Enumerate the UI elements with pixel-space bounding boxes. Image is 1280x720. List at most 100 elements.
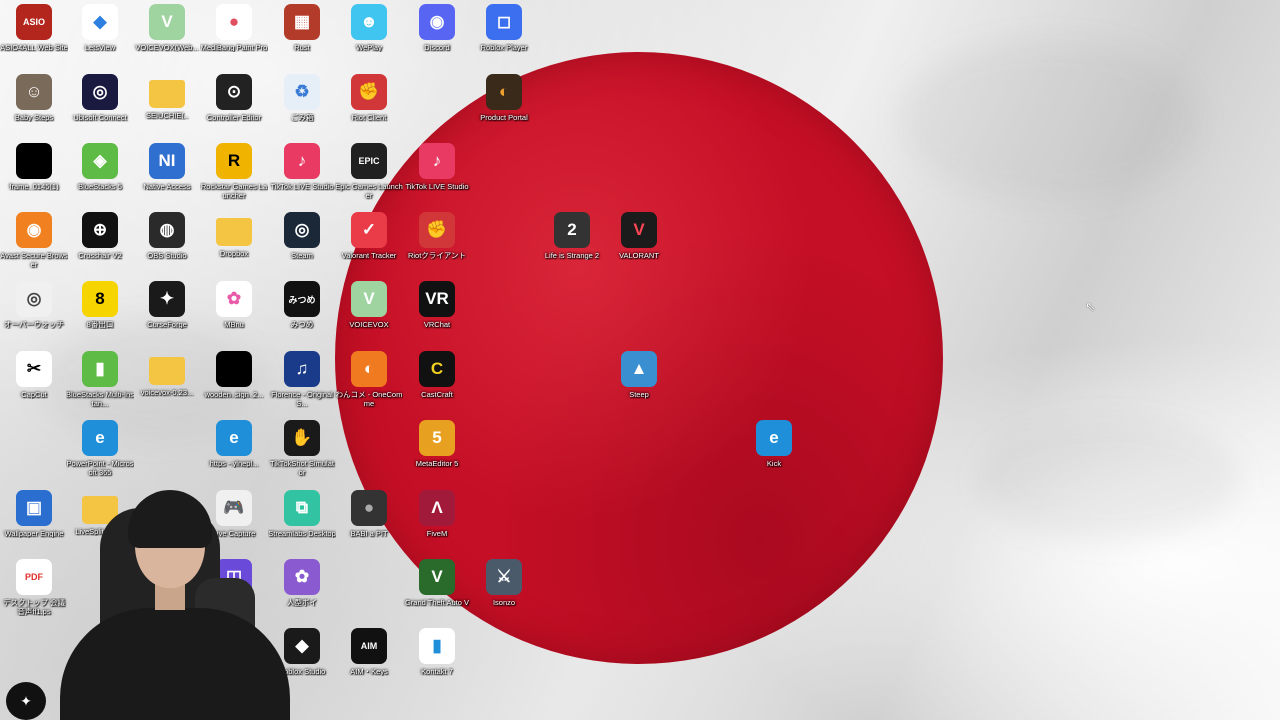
desktop-shortcut[interactable]: ▮ BlueStacks Multi-Instan... xyxy=(66,347,134,415)
shortcut-label: voicevox-0.23... xyxy=(140,388,194,397)
desktop-shortcut[interactable]: ▲ Steep xyxy=(605,347,673,415)
shortcut-label: Kick xyxy=(766,459,782,468)
desktop-shortcut[interactable]: ♫ Florence - Original S... xyxy=(268,347,336,415)
shortcut-label: PowerPoint - Microsoft 365 xyxy=(66,459,134,477)
desktop-shortcut[interactable]: ◎ オーバーウォッチ xyxy=(0,277,68,345)
app-icon: ◉ xyxy=(419,4,455,40)
desktop-shortcut[interactable]: ⊕ Crosshair V2 xyxy=(66,208,134,276)
desktop-shortcut[interactable]: EPIC Epic Games Launcher xyxy=(335,139,403,207)
desktop-shortcut[interactable]: 2 Life is Strange 2 xyxy=(538,208,606,276)
app-icon: AIM xyxy=(351,628,387,664)
shortcut-label: Kontakt 7 xyxy=(421,667,453,676)
app-icon: ◍ xyxy=(149,212,185,248)
shortcut-label: TikTok LIVE Studio xyxy=(405,182,469,191)
app-icon: VR xyxy=(419,281,455,317)
desktop-shortcut[interactable]: ▮ Kontakt 7 xyxy=(403,624,471,692)
desktop-shortcut[interactable]: ♪ TikTok LIVE Studio xyxy=(268,139,336,207)
desktop-shortcut[interactable]: ◐ わんコメ - OneComme xyxy=(335,347,403,415)
desktop-shortcut[interactable]: ✊ Riotクライアント xyxy=(403,208,471,276)
desktop-shortcut[interactable]: Λ FiveM xyxy=(403,486,471,554)
shortcut-label: https - ylnepl... xyxy=(209,459,259,468)
desktop-shortcut[interactable]: e Kick xyxy=(740,416,808,484)
app-icon: V xyxy=(351,281,387,317)
desktop-shortcut[interactable]: ASIO ASIO4ALL Web Site xyxy=(0,0,68,68)
desktop-shortcut[interactable]: ● BABI a PIT xyxy=(335,486,403,554)
desktop-wallpaper: ASIO ASIO4ALL Web Site ◆ LetsView V VOICEVOX(… xyxy=(0,0,1280,720)
app-icon: ◎ xyxy=(16,281,52,317)
desktop-shortcut[interactable]: e https - ylnepl... xyxy=(200,416,268,484)
desktop-shortcut[interactable]: R Rockstar Games Launcher xyxy=(200,139,268,207)
desktop-shortcut[interactable]: ♪ TikTok LIVE Studio xyxy=(403,139,471,207)
shortcut-label: Epic Games Launcher xyxy=(335,182,403,200)
desktop-shortcut[interactable]: ◈ BlueStacks 5 xyxy=(66,139,134,207)
desktop-shortcut[interactable]: Dropbox xyxy=(200,208,268,276)
desktop-shortcut[interactable]: NI Native Access xyxy=(133,139,201,207)
app-icon: R xyxy=(216,143,252,179)
shortcut-label: BlueStacks 5 xyxy=(78,182,122,191)
desktop-shortcut[interactable]: ▦ Rust xyxy=(268,0,336,68)
desktop-shortcut[interactable]: VR VRChat xyxy=(403,277,471,345)
desktop-shortcut[interactable]: V VALORANT xyxy=(605,208,673,276)
desktop-shortcut[interactable]: ⚔ Isonzo xyxy=(470,555,538,623)
desktop-shortcut[interactable]: voicevox-0.23... xyxy=(133,347,201,415)
app-icon: ⊙ xyxy=(216,74,252,110)
app-icon: 8 xyxy=(82,281,118,317)
shortcut-label: 8番出口 xyxy=(86,320,114,329)
desktop-shortcut[interactable]: C CastCraft xyxy=(403,347,471,415)
desktop-shortcut[interactable]: 5 MetaEditor 5 xyxy=(403,416,471,484)
desktop-shortcut[interactable]: ☺ Baby Steps xyxy=(0,70,68,138)
shortcut-label: VRChat xyxy=(423,320,451,329)
wallpaper-fold xyxy=(900,40,1200,200)
desktop-shortcut[interactable]: AIM AIM・Keys xyxy=(335,624,403,692)
app-icon: e xyxy=(216,420,252,456)
app-icon: ● xyxy=(351,490,387,526)
app-icon: ▮ xyxy=(419,628,455,664)
shortcut-label: Valorant Tracker xyxy=(341,251,397,260)
app-icon: ✿ xyxy=(216,281,252,317)
desktop-shortcut[interactable]: ● MediBang Paint Pro xyxy=(200,0,268,68)
desktop-shortcut[interactable]: ✓ Valorant Tracker xyxy=(335,208,403,276)
desktop-shortcut[interactable]: ✂ CapCut xyxy=(0,347,68,415)
app-icon: ◎ xyxy=(82,74,118,110)
desktop-shortcut[interactable]: ◉ Avast Secure Browser xyxy=(0,208,68,276)
desktop-shortcut[interactable]: frame_0145(1) xyxy=(0,139,68,207)
app-icon: ✊ xyxy=(351,74,387,110)
desktop-shortcut[interactable]: SEIUCHIE(.. xyxy=(133,70,201,138)
desktop-shortcut[interactable]: ◉ Discord xyxy=(403,0,471,68)
desktop-shortcut[interactable]: ✋ TikTokShot Simulator xyxy=(268,416,336,484)
desktop-shortcut[interactable]: ⊙ Controller Editor xyxy=(200,70,268,138)
desktop-shortcut[interactable]: ◆ LetsView xyxy=(66,0,134,68)
desktop-shortcut[interactable]: ☻ WePlay xyxy=(335,0,403,68)
shortcut-label: BlueStacks Multi-Instan... xyxy=(66,390,134,408)
desktop-shortcut[interactable]: wooden_sign_2... xyxy=(200,347,268,415)
desktop-shortcut[interactable]: ◍ OBS Studio xyxy=(133,208,201,276)
desktop-shortcut[interactable]: ◎ Steam xyxy=(268,208,336,276)
desktop-shortcut[interactable]: V VOICEVOX(Web... xyxy=(133,0,201,68)
app-icon: ♪ xyxy=(284,143,320,179)
shortcut-label: オーバーウォッチ xyxy=(4,320,64,329)
desktop-shortcut[interactable]: ◎ Ubisoft Connect xyxy=(66,70,134,138)
corner-logo-icon: ✦ xyxy=(6,682,46,720)
desktop-shortcut[interactable]: V Grand Theft Auto V xyxy=(403,555,471,623)
desktop-shortcut[interactable]: e PowerPoint - Microsoft 365 xyxy=(66,416,134,484)
app-icon: Λ xyxy=(419,490,455,526)
desktop-shortcut[interactable]: ✿ MBnu xyxy=(200,277,268,345)
desktop-shortcut[interactable]: ✦ CurseForge xyxy=(133,277,201,345)
desktop-shortcut[interactable]: ✊ Riot Client xyxy=(335,70,403,138)
desktop-shortcut[interactable]: ♻ ごみ箱 xyxy=(268,70,336,138)
app-icon: ✊ xyxy=(419,212,455,248)
desktop-shortcut[interactable]: ◐ Product Portal xyxy=(470,70,538,138)
app-icon: ⚔ xyxy=(486,559,522,595)
shortcut-label: OBS Studio xyxy=(147,251,187,260)
shortcut-label: WePlay xyxy=(356,43,382,52)
shortcut-label: VOICEVOX xyxy=(349,320,389,329)
shortcut-label: BABI a PIT xyxy=(350,529,388,538)
shortcut-label: Riotクライアント xyxy=(407,251,467,260)
desktop-shortcut[interactable]: 8 8番出口 xyxy=(66,277,134,345)
shortcut-label: わんコメ - OneComme xyxy=(335,390,403,408)
desktop-shortcut[interactable]: V VOICEVOX xyxy=(335,277,403,345)
app-icon: 2 xyxy=(554,212,590,248)
desktop-shortcut[interactable]: みつめ みつめ xyxy=(268,277,336,345)
shortcut-label: Native Access xyxy=(143,182,191,191)
desktop-shortcut[interactable]: ◻ Roblox Player xyxy=(470,0,538,68)
